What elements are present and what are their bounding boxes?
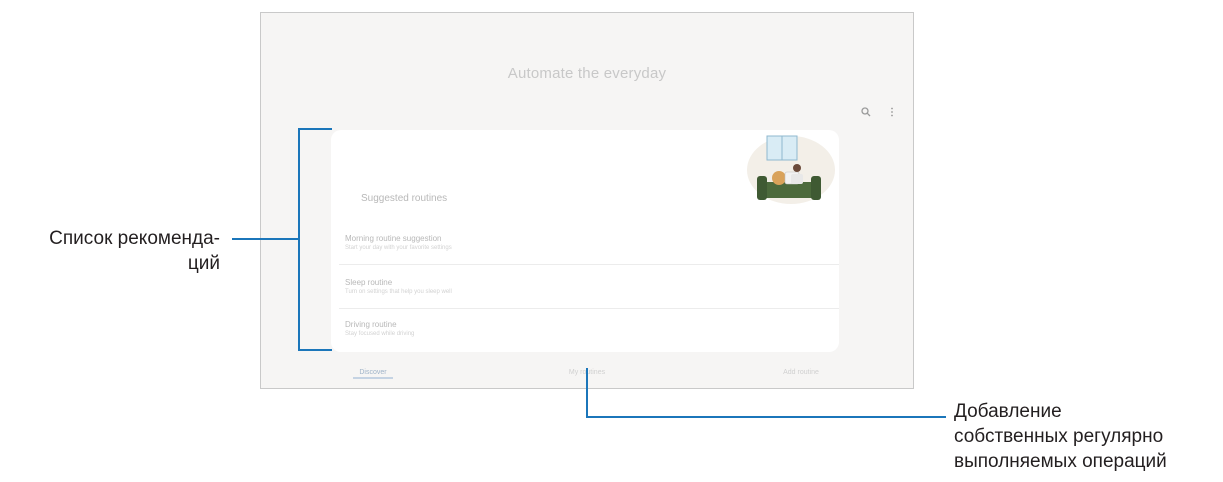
card-title: Suggested routines — [361, 193, 448, 204]
list-item-title: Driving routine — [345, 320, 397, 329]
callout-connector-horizontal — [586, 416, 946, 418]
callout-line: Добавление — [954, 401, 1062, 422]
list-item-title: Morning routine suggestion — [345, 234, 442, 243]
more-vert-icon[interactable] — [885, 105, 899, 119]
tab-label: Discover — [359, 369, 387, 376]
list-item[interactable]: Morning routine suggestion Start your da… — [345, 234, 839, 251]
list-item[interactable]: Sleep routine Turn on settings that help… — [345, 278, 839, 295]
tab-add-routine[interactable]: Add routine — [773, 369, 829, 376]
callout-add-routine: Добавление собственных регулярно выполня… — [954, 399, 1167, 474]
callout-line: собственных регулярно — [954, 426, 1164, 447]
callout-connector-left — [232, 238, 299, 240]
bracket-bottom — [298, 349, 332, 351]
list-item[interactable]: Driving routine Stay focused while drivi… — [345, 320, 839, 337]
list-item-subtitle: Stay focused while driving — [345, 331, 415, 337]
divider — [339, 264, 839, 265]
search-icon[interactable] — [859, 105, 873, 119]
list-item-subtitle: Start your day with your favorite settin… — [345, 245, 452, 251]
list-item-title: Sleep routine — [345, 278, 393, 287]
tab-active-indicator — [353, 377, 393, 379]
toolbar — [859, 105, 899, 119]
divider — [339, 308, 839, 309]
callout-line: выполняемых операций — [954, 451, 1167, 472]
callout-recommendations: Список рекоменда- ций — [49, 226, 220, 276]
callout-connector-vertical — [586, 368, 588, 418]
list-item-subtitle: Turn on settings that help you sleep wel… — [345, 289, 452, 295]
callout-line: ций — [187, 253, 220, 274]
recommendations-card: Suggested routines Morning routine sugge… — [331, 130, 839, 352]
routine-illustration — [729, 130, 839, 220]
callout-line: Список рекоменда- — [49, 228, 220, 249]
device-screen: Automate the everyday Suggested routines — [260, 12, 914, 389]
tab-discover[interactable]: Discover — [353, 369, 393, 379]
page-title: Automate the everyday — [507, 65, 667, 82]
tab-label: Add routine — [783, 369, 819, 376]
bracket-top — [298, 128, 332, 130]
